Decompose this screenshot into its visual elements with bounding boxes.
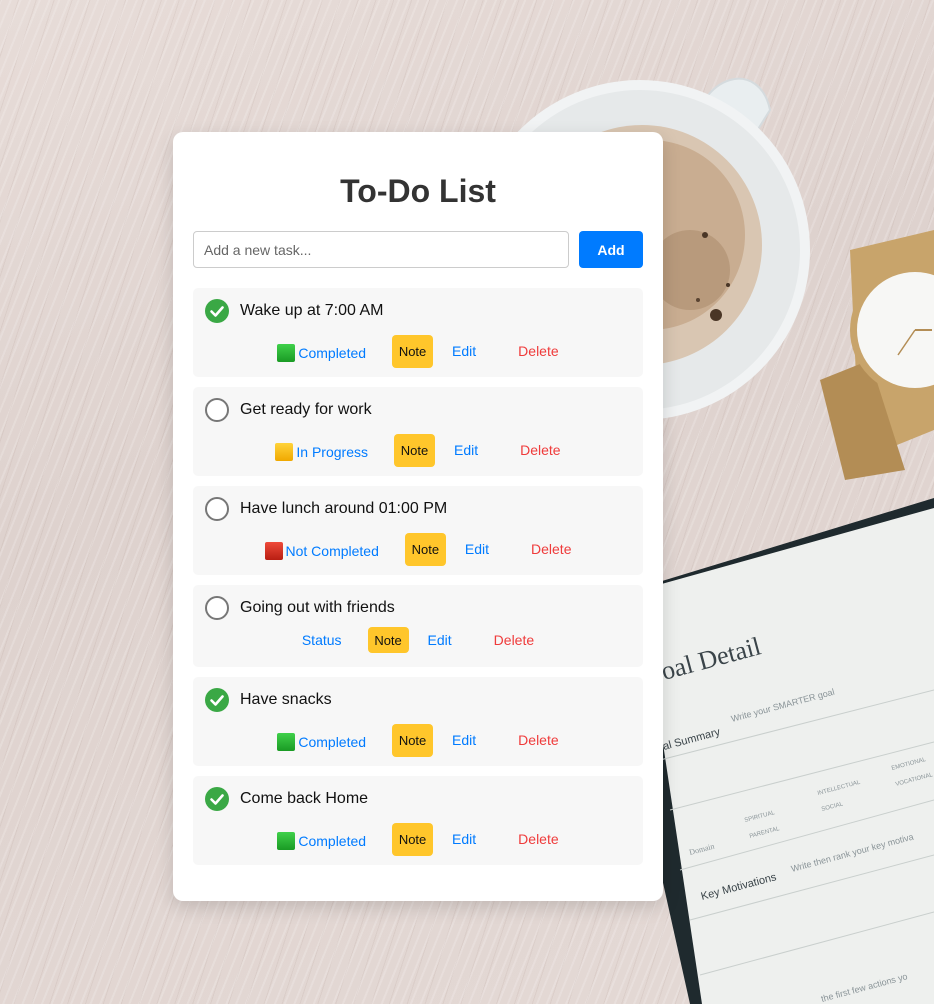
status-button[interactable]: In Progress [275,443,368,461]
edit-button[interactable]: Edit [452,343,476,359]
note-button[interactable]: Note [394,433,435,467]
checked-circle-icon[interactable] [205,299,229,323]
delete-button[interactable]: Delete [520,442,560,458]
note-button[interactable]: Note [392,334,434,368]
task-title: Have lunch around 01:00 PM [240,500,448,517]
task-item: Going out with friends Status Note Edit … [193,585,643,667]
status-label: Completed [298,833,367,849]
add-task-row: Add [193,231,643,268]
task-actions: Not Completed Note Edit Delete [193,532,643,566]
delete-button[interactable]: Delete [494,632,534,648]
yellow-square-icon [275,443,294,461]
checked-circle-icon[interactable] [205,787,229,811]
status-button[interactable]: Completed [277,733,366,751]
green-square-icon [277,344,296,362]
status-label: Completed [298,345,367,361]
edit-button[interactable]: Edit [452,831,476,847]
add-task-button[interactable]: Add [579,231,643,268]
task-title: Going out with friends [240,599,395,616]
task-title: Come back Home [240,790,369,807]
status-label: Completed [298,734,367,750]
delete-button[interactable]: Delete [531,541,571,557]
task-item: Have snacks Completed Note Edit Delete [193,677,643,766]
task-title: Get ready for work [240,401,372,418]
task-title: Have snacks [240,691,332,708]
task-actions: In Progress Note Edit Delete [193,433,643,467]
task-item: Get ready for work In Progress Note Edit… [193,387,643,476]
edit-button[interactable]: Edit [428,632,452,648]
green-square-icon [277,832,296,850]
edit-button[interactable]: Edit [452,732,476,748]
task-list: Wake up at 7:00 AM Completed Note Edit D… [193,288,643,865]
unchecked-circle-icon[interactable] [205,596,229,620]
note-button[interactable]: Note [404,532,446,566]
task-actions: Completed Note Edit Delete [193,334,643,368]
status-button[interactable]: Completed [277,344,366,362]
red-square-icon [264,542,283,560]
unchecked-circle-icon[interactable] [205,398,229,422]
note-button[interactable]: Note [392,822,434,856]
note-button[interactable]: Note [392,723,434,757]
status-button[interactable]: Completed [277,832,366,850]
page-title: To-Do List [340,173,496,209]
status-label: Not Completed [285,543,379,559]
note-button[interactable]: Note [367,627,409,653]
task-actions: Completed Note Edit Delete [193,723,643,757]
delete-button[interactable]: Delete [518,343,558,359]
status-label: Status [301,632,342,648]
delete-button[interactable]: Delete [518,732,558,748]
task-actions: Completed Note Edit Delete [193,822,643,856]
wrist-watch [820,230,934,480]
unchecked-circle-icon[interactable] [205,497,229,521]
task-item: Have lunch around 01:00 PM Not Completed… [193,486,643,575]
todo-card: To-Do List Add Wake up at 7:00 AM Comple… [173,132,663,901]
status-label: In Progress [296,444,368,460]
new-task-input[interactable] [193,231,569,268]
edit-button[interactable]: Edit [454,442,478,458]
checked-circle-icon[interactable] [205,688,229,712]
green-square-icon [277,733,296,751]
status-button[interactable]: Not Completed [264,542,379,560]
status-button[interactable]: Status [302,632,342,648]
task-actions: Status Note Edit Delete [193,627,643,653]
edit-button[interactable]: Edit [465,541,489,557]
task-item: Come back Home Completed Note Edit Delet… [193,776,643,865]
delete-button[interactable]: Delete [518,831,558,847]
task-title: Wake up at 7:00 AM [240,302,384,319]
task-item: Wake up at 7:00 AM Completed Note Edit D… [193,288,643,377]
